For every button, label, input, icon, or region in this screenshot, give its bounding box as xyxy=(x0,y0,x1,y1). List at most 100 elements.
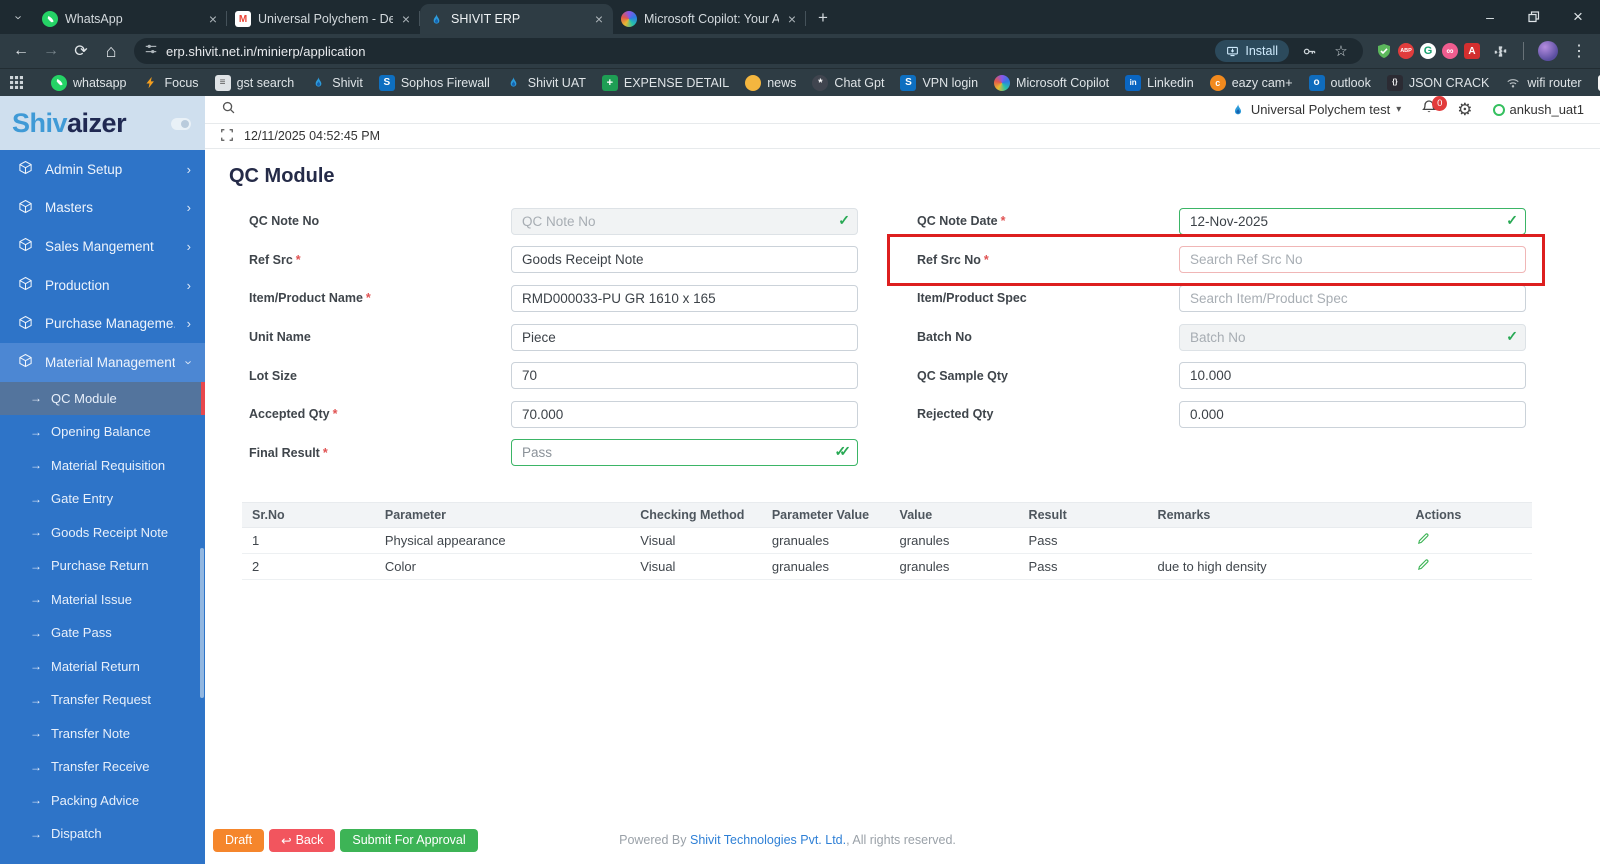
bookmark-json-crack[interactable]: {} JSON CRACK xyxy=(1379,74,1498,91)
arrow-right-icon: → xyxy=(30,625,42,640)
flame-tab-favicon xyxy=(428,11,444,27)
tab-close-icon[interactable]: × xyxy=(786,11,798,27)
company-selector[interactable]: Universal Polychem test ▾ xyxy=(1231,102,1401,117)
sidebar-subitem-packing-advice[interactable]: → Packing Advice xyxy=(0,784,205,818)
bookmark-news[interactable]: news xyxy=(737,74,804,91)
bookmark-wifi-router[interactable]: wifi router xyxy=(1497,75,1589,91)
restore-button[interactable] xyxy=(1512,0,1556,34)
edit-pencil-icon[interactable] xyxy=(1416,533,1430,549)
bookmark-whatsapp[interactable]: whatsapp xyxy=(43,74,135,91)
tab-search-icon[interactable]: › xyxy=(6,4,32,30)
sidebar-collapse-toggle[interactable] xyxy=(171,118,191,130)
bookmark-mysql-queries[interactable]: MMySQL queries xyxy=(1590,74,1600,91)
tab-close-icon[interactable]: × xyxy=(400,11,412,27)
sidebar-scrollbar[interactable] xyxy=(200,548,204,698)
adobe-extension-icon[interactable]: A xyxy=(1464,43,1480,59)
browser-tab-1[interactable]: WhatsApp × xyxy=(34,4,227,34)
sidebar-item-production[interactable]: Production › xyxy=(0,266,205,305)
bookmark-shivit-uat[interactable]: Shivit UAT xyxy=(498,75,594,91)
sidebar-subitem-transfer-receive[interactable]: → Transfer Receive xyxy=(0,750,205,784)
item-product-name-input[interactable] xyxy=(511,284,858,312)
sidebar-subitem-purchase-return[interactable]: → Purchase Return xyxy=(0,549,205,583)
sidebar-subitem-transfer-note[interactable]: → Transfer Note xyxy=(0,717,205,751)
reload-icon[interactable]: ⟳ xyxy=(68,38,94,64)
sidebar-subitem-qc-module[interactable]: → QC Module xyxy=(0,381,205,416)
search-icon[interactable] xyxy=(221,100,236,120)
gmail-tab-favicon: M xyxy=(235,11,251,27)
bookmark-gst-search[interactable]: ≡ gst search xyxy=(207,74,303,91)
ref-src-input[interactable] xyxy=(511,246,858,274)
forward-icon[interactable]: → xyxy=(38,38,64,64)
back-button[interactable]: ↩ Back xyxy=(269,828,336,852)
sidebar-subitem-material-issue[interactable]: → Material Issue xyxy=(0,583,205,617)
kebab-menu-icon[interactable]: ⋮ xyxy=(1566,38,1592,64)
bookmark-vpn-login[interactable]: S VPN login xyxy=(892,74,986,91)
notification-badge: 0 xyxy=(1432,96,1448,111)
sidebar-subitem-material-requisition[interactable]: → Material Requisition xyxy=(0,449,205,483)
item-product-spec-input[interactable] xyxy=(1179,284,1526,312)
accepted-qty-input[interactable] xyxy=(511,400,858,428)
install-button[interactable]: Install xyxy=(1215,40,1289,62)
home-icon[interactable]: ⌂ xyxy=(98,38,124,64)
bookmark-eazy-cam-[interactable]: c eazy cam+ xyxy=(1202,74,1301,91)
final-result-input[interactable] xyxy=(511,439,858,467)
draft-button[interactable]: Draft xyxy=(213,828,265,852)
sidebar-subitem-goods-receipt-note[interactable]: → Goods Receipt Note xyxy=(0,516,205,550)
tab-close-icon[interactable]: × xyxy=(593,11,605,27)
fullscreen-icon[interactable] xyxy=(220,128,234,145)
shield-extension-icon[interactable] xyxy=(1376,43,1392,59)
tab-close-icon[interactable]: × xyxy=(207,11,219,27)
user-menu[interactable]: ankush_uat1 xyxy=(1492,102,1584,117)
unit-name-input[interactable] xyxy=(511,323,858,351)
qc-note-date-input[interactable] xyxy=(1179,207,1526,235)
bookmark-linkedin[interactable]: in Linkedin xyxy=(1117,74,1202,91)
grammarly-extension-icon[interactable]: G xyxy=(1420,43,1436,59)
sidebar-subitem-gate-entry[interactable]: → Gate Entry xyxy=(0,482,205,516)
module-cube-icon xyxy=(18,160,33,178)
rejected-qty-input[interactable] xyxy=(1179,400,1526,428)
bookmark-outlook[interactable]: o outlook xyxy=(1301,74,1379,91)
sidebar-item-sales-mangement[interactable]: Sales Mangement › xyxy=(0,227,205,266)
edit-pencil-icon[interactable] xyxy=(1416,559,1430,575)
submit-for-approval-button[interactable]: Submit For Approval xyxy=(340,828,478,852)
sidebar-subitem-material-return[interactable]: → Material Return xyxy=(0,650,205,684)
bookmark-sophos-firewall[interactable]: S Sophos Firewall xyxy=(371,74,498,91)
browser-tab-2[interactable]: M Universal Polychem - Deliver G × xyxy=(227,4,420,34)
sidebar-subitem-dispatch[interactable]: → Dispatch xyxy=(0,817,205,851)
settings-gear-icon[interactable]: ⚙ xyxy=(1457,100,1472,120)
extensions-puzzle-icon[interactable] xyxy=(1487,38,1513,64)
notifications-bell-icon[interactable]: 0 xyxy=(1421,96,1448,120)
lot-size-input[interactable] xyxy=(511,362,858,390)
browser-tab-4[interactable]: Microsoft Copilot: Your AI comp × xyxy=(613,4,806,34)
back-icon[interactable]: ← xyxy=(8,38,34,64)
profile-avatar[interactable] xyxy=(1538,41,1558,61)
shivit-link[interactable]: Shivit Technologies Pvt. Ltd. xyxy=(690,833,846,847)
bookmark-label: eazy cam+ xyxy=(1231,75,1293,90)
bookmark-label: EXPENSE DETAIL xyxy=(623,75,730,90)
key-icon[interactable] xyxy=(1297,39,1321,63)
bookmark-star-icon[interactable]: ☆ xyxy=(1329,39,1353,63)
bookmark-shivit[interactable]: Shivit xyxy=(302,75,371,91)
sidebar-item-material-management[interactable]: Material Management › xyxy=(0,342,205,382)
bookmark-chat-gpt[interactable]: * Chat Gpt xyxy=(804,74,892,91)
ref-src-no-input[interactable] xyxy=(1179,246,1526,274)
site-settings-icon[interactable] xyxy=(144,42,158,61)
browser-tab-3[interactable]: SHIVIT ERP × xyxy=(420,4,613,34)
bookmark-microsoft-copilot[interactable]: Microsoft Copilot xyxy=(986,74,1117,91)
close-button[interactable]: × xyxy=(1556,0,1600,34)
sidebar-item-purchase-manageme-[interactable]: Purchase Manageme... › xyxy=(0,304,205,343)
apps-grid-icon[interactable] xyxy=(10,70,23,96)
address-bar[interactable]: erp.shivit.net.in/minierp/application In… xyxy=(134,38,1363,64)
sidebar-subitem-transfer-request[interactable]: → Transfer Request xyxy=(0,683,205,717)
sidebar-subitem-gate-pass[interactable]: → Gate Pass xyxy=(0,616,205,650)
bookmark-focus[interactable]: Focus xyxy=(135,75,207,91)
sidebar-subitem-opening-balance[interactable]: → Opening Balance xyxy=(0,415,205,449)
pinkinf-extension-icon[interactable]: ∞ xyxy=(1442,43,1458,59)
bookmark-expense-detail[interactable]: + EXPENSE DETAIL xyxy=(594,74,737,91)
abp-extension-icon[interactable]: ABP xyxy=(1398,43,1414,59)
qc-sample-qty-input[interactable] xyxy=(1179,362,1526,390)
sidebar-item-admin-setup[interactable]: Admin Setup › xyxy=(0,150,205,189)
minimize-button[interactable]: – xyxy=(1468,0,1512,34)
sidebar-item-masters[interactable]: Masters › xyxy=(0,189,205,228)
new-tab-button[interactable]: + xyxy=(810,5,836,31)
